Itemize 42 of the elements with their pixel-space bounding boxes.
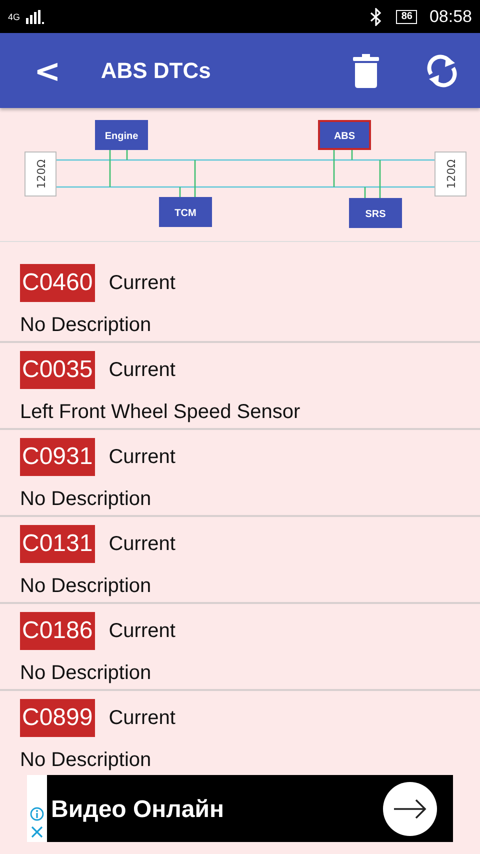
dtc-status: Current (108, 706, 176, 730)
dtc-description: Left Front Wheel Speed Sensor (20, 401, 302, 424)
network-type: 4G (8, 12, 20, 22)
dtc-status: Current (108, 446, 176, 468)
screen-title: ABS DTCs (100, 58, 211, 84)
dtc-description: No Description (20, 488, 152, 511)
info-icon[interactable] (30, 807, 44, 821)
dtc-status: Current (108, 358, 176, 382)
dtc-description: No Description (20, 749, 152, 772)
module-node[interactable]: Engine (95, 120, 148, 150)
back-button[interactable]: < (22, 52, 73, 90)
signal-icon (26, 10, 46, 24)
dtc-code: C0899 (20, 699, 95, 737)
dtc-code: C0186 (20, 612, 95, 650)
module-node[interactable]: SRS (349, 198, 402, 228)
dtc-status: Current (108, 620, 176, 642)
resistor-box: 120Ω (434, 152, 466, 196)
connector-line (109, 148, 128, 188)
connector-line (179, 159, 196, 199)
refresh-icon[interactable] (426, 54, 458, 88)
module-node[interactable]: TCM (159, 197, 212, 227)
dtc-code: C0035 (20, 351, 95, 389)
dtc-status: Current (108, 532, 176, 556)
dtc-status: Current (108, 272, 176, 294)
battery-icon: 86 (396, 10, 418, 24)
dtc-code: C0460 (20, 264, 95, 302)
connector-line (364, 159, 381, 200)
clock: 08:58 (429, 6, 472, 26)
dtc-description: No Description (20, 314, 152, 337)
dtc-code: C0131 (20, 525, 95, 563)
dtc-code: C0931 (20, 438, 95, 476)
ad-text: Видео Онлайн (51, 796, 224, 824)
bluetooth-icon (370, 8, 382, 26)
ad-banner[interactable]: Видео Онлайн (27, 775, 453, 842)
connector-line (333, 148, 353, 188)
module-node[interactable]: ABS (318, 120, 371, 150)
resistor-box: 120Ω (24, 152, 56, 196)
close-icon[interactable] (30, 825, 44, 839)
trash-icon[interactable] (353, 54, 379, 88)
dtc-description: No Description (20, 662, 152, 685)
dtc-description: No Description (20, 575, 152, 598)
arrow-button-icon[interactable] (383, 782, 437, 836)
